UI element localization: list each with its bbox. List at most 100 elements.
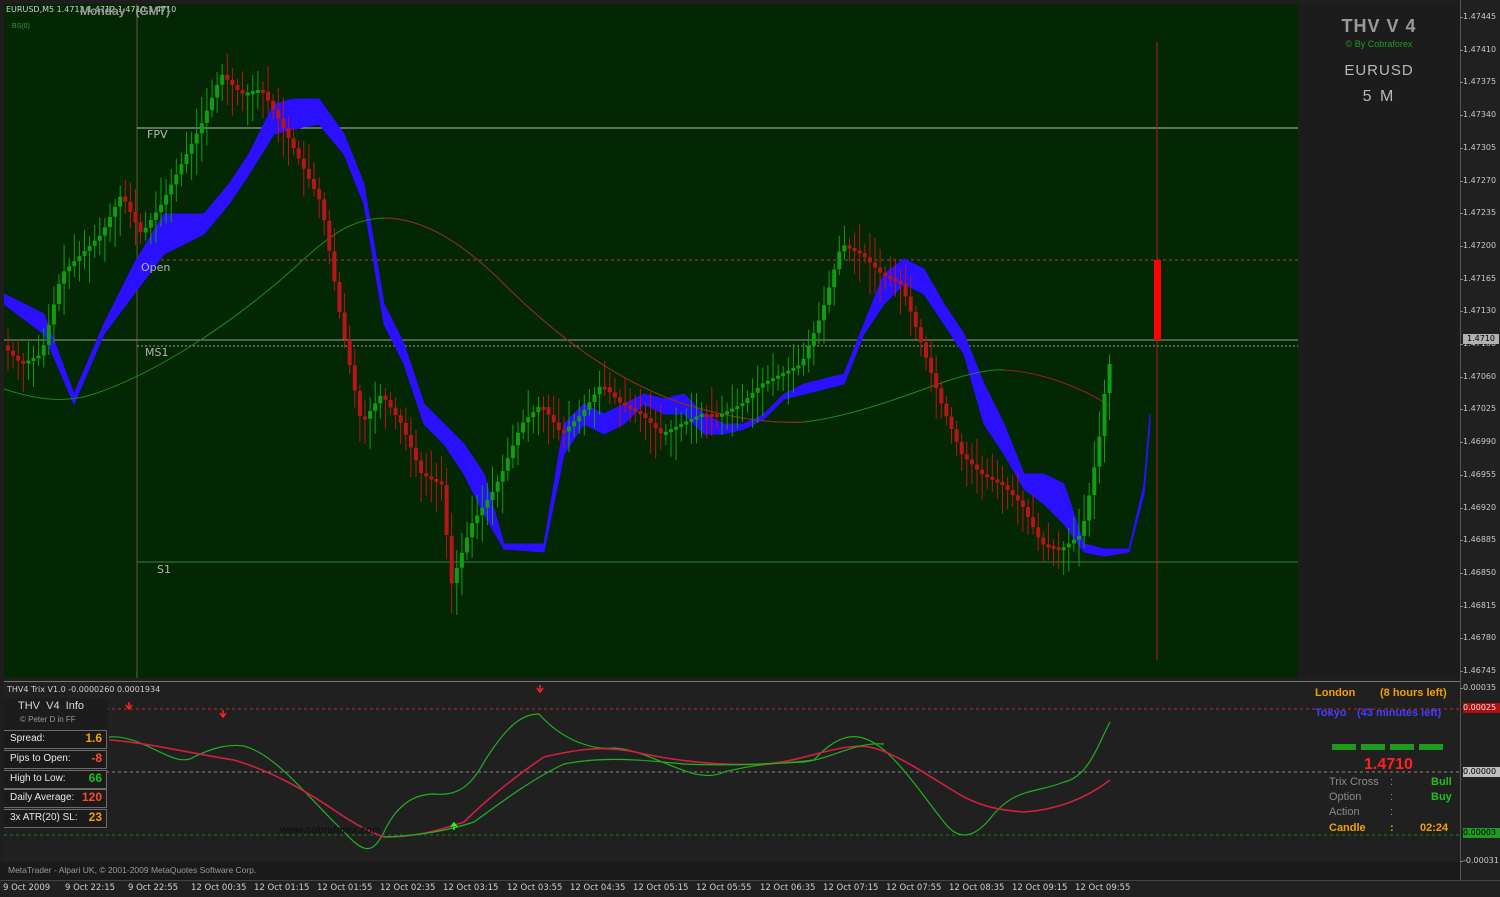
candle-body <box>505 458 510 471</box>
time-tick-label: 12 Oct 03:15 <box>443 883 499 893</box>
candle-body <box>720 413 724 417</box>
candle-body <box>669 429 673 433</box>
candle-body <box>41 345 46 356</box>
candle-body <box>924 342 928 358</box>
candle-body <box>837 251 842 270</box>
candle-body <box>92 240 97 246</box>
price-tick-label: 1.46780 <box>1459 633 1497 643</box>
price-tick-label: 1.46990 <box>1459 437 1497 447</box>
candle-body <box>1051 545 1056 549</box>
candle-body <box>215 85 220 98</box>
copyright-footer: MetaTrader - Alpari UK, © 2001-2009 Meta… <box>8 865 257 875</box>
candle-body <box>485 500 490 508</box>
candle-body <box>342 312 347 340</box>
candle-body <box>873 262 877 268</box>
candle-body <box>97 235 102 241</box>
info-row-pips-to-open: Pips to Open: -8 <box>4 750 107 769</box>
candle-body <box>470 523 475 538</box>
info-row-daily-average: Daily Average: 120 <box>4 789 107 808</box>
time-tick-label: 12 Oct 07:15 <box>823 883 879 893</box>
candle-body <box>577 416 582 422</box>
candle-body <box>454 568 459 584</box>
candle-body <box>806 346 811 359</box>
candle-body <box>801 358 806 366</box>
candle-body <box>250 91 255 95</box>
time-tick-label: 12 Oct 01:15 <box>254 883 310 893</box>
candle-body <box>694 416 699 420</box>
day-label: Monday (GMT) <box>80 4 170 18</box>
time-tick-label: 12 Oct 09:55 <box>1075 883 1131 893</box>
candle-body <box>189 143 194 154</box>
signal-bar-segment <box>1332 744 1356 750</box>
open-label: Open <box>141 261 171 274</box>
time-tick-label: 12 Oct 04:35 <box>570 883 626 893</box>
price-tick-label: 1.47200 <box>1459 240 1497 250</box>
candle-body <box>679 424 684 428</box>
candle-body <box>169 184 174 195</box>
sub-scale-upper-tag: 0.00025 <box>1463 703 1500 713</box>
candle-body <box>816 320 821 333</box>
candle-body <box>465 537 469 553</box>
sub-scale-bottom: -0.00031 <box>1460 856 1499 865</box>
price-chart-canvas <box>4 4 1298 678</box>
candle-body <box>811 333 816 346</box>
candle-body <box>546 407 551 415</box>
candlesticks <box>6 53 1112 615</box>
candle-body <box>301 158 306 169</box>
option-sep: : <box>1390 791 1394 803</box>
candle-body <box>123 196 128 202</box>
candle-body <box>750 392 755 398</box>
time-tick-label: 12 Oct 01:55 <box>317 883 373 893</box>
candle-body <box>204 110 209 123</box>
candle-body <box>21 360 26 364</box>
time-tick-label: 12 Oct 06:35 <box>760 883 816 893</box>
candle-body <box>526 417 531 423</box>
candle-body <box>612 392 617 398</box>
candle-body <box>500 471 505 482</box>
spread-label: Spread: <box>10 733 46 744</box>
info-panel-header: THV V4 Info © Peter D in FF <box>4 698 108 732</box>
candle-body <box>663 431 668 435</box>
price-tick-label: 1.46920 <box>1459 502 1497 512</box>
price-scale[interactable]: 1.47445 1.47410 1.47375 1.47340 1.47305 1.472… <box>1459 0 1500 880</box>
candle-body <box>1077 535 1081 540</box>
candle-body <box>327 220 332 251</box>
candle-body <box>1102 394 1107 436</box>
candle-body <box>388 400 393 408</box>
candle-body <box>266 91 271 101</box>
sell-arrow-icon <box>219 710 227 719</box>
candle-body <box>490 492 495 500</box>
candle-body <box>995 479 1000 483</box>
candle-body <box>704 414 709 417</box>
candle-body <box>194 133 199 144</box>
candle-body <box>322 199 327 221</box>
candle-body <box>857 250 862 254</box>
candle-body <box>398 415 403 423</box>
candle-body <box>781 373 786 377</box>
fpv-label: FPV <box>147 128 168 141</box>
tokyo-session-label: Tokyo <box>1315 707 1347 719</box>
candle-body <box>57 284 61 304</box>
pips-to-open-label: Pips to Open: <box>10 753 71 764</box>
candle-body <box>306 168 311 179</box>
candle-body <box>128 201 133 212</box>
candle-body <box>760 383 765 388</box>
candle-body <box>776 375 781 379</box>
signal-bar-segment <box>1361 744 1385 750</box>
candle-body <box>934 373 939 389</box>
candle-body <box>827 287 832 305</box>
time-axis[interactable]: 9 Oct 2009 9 Oct 22:15 9 Oct 22:55 12 Oct 0… <box>0 880 1500 897</box>
price-tick-label: 1.47305 <box>1459 142 1497 152</box>
main-chart[interactable]: EURUSD,M5 1.4712 1.4712 1.4710 1.4710 Mo… <box>4 4 1298 678</box>
candle-body <box>602 386 607 390</box>
candle-body <box>393 407 398 416</box>
trix-signal-line <box>108 713 1111 850</box>
candle-body <box>745 398 750 403</box>
candle-body <box>913 311 918 327</box>
trix-main-line <box>108 739 1111 838</box>
candle-body <box>118 196 123 207</box>
option-value: Buy <box>1431 791 1452 803</box>
candle-body <box>786 370 791 374</box>
trix-indicator-window[interactable]: THV4 Trix V1.0 -0.0000260 0.0001934 www.… <box>4 681 1460 863</box>
sub-scale-zero-tag: 0.00000 <box>1463 767 1500 777</box>
